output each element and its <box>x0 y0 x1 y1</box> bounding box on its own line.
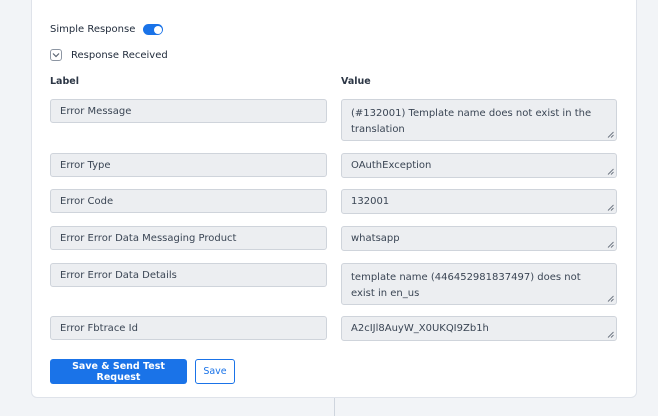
simple-response-row: Simple Response <box>50 24 164 35</box>
row-label-field[interactable]: Error Error Data Messaging Product <box>50 226 327 250</box>
row-label-field[interactable]: Error Message <box>50 99 327 123</box>
resize-grip-icon[interactable] <box>607 241 614 248</box>
response-received-label: Response Received <box>71 49 168 61</box>
label-column-header: Label <box>50 76 79 87</box>
row-value-text: whatsapp <box>351 232 400 244</box>
resize-grip-icon[interactable] <box>607 131 614 138</box>
save-button[interactable]: Save <box>195 359 235 384</box>
row-label-field[interactable]: Error Error Data Details <box>50 263 327 287</box>
chevron-down-icon[interactable] <box>50 49 62 61</box>
resize-grip-icon[interactable] <box>607 168 614 175</box>
value-column-header: Value <box>341 76 371 87</box>
row-value-field[interactable]: template name (446452981837497) does not… <box>341 263 617 305</box>
row-label-field[interactable]: Error Fbtrace Id <box>50 316 327 340</box>
response-received-header[interactable]: Response Received <box>50 49 168 61</box>
save-and-send-test-button[interactable]: Save & Send Test Request <box>50 359 187 384</box>
row-value-field[interactable]: A2cIJl8AuyW_X0UKQI9Zb1h <box>341 316 617 341</box>
row-value-text: (#132001) Template name does not exist i… <box>351 108 592 135</box>
row-value-text: template name (446452981837497) does not… <box>351 272 581 299</box>
row-value-field[interactable]: 132001 <box>341 189 617 214</box>
row-value-field[interactable]: whatsapp <box>341 226 617 251</box>
flow-connector-line <box>334 398 335 416</box>
row-label-field[interactable]: Error Type <box>50 153 327 177</box>
row-value-text: A2cIJl8AuyW_X0UKQI9Zb1h <box>351 322 489 334</box>
row-value-text: OAuthException <box>351 159 432 171</box>
resize-grip-icon[interactable] <box>607 204 614 211</box>
row-value-field[interactable]: OAuthException <box>341 153 617 178</box>
simple-response-toggle[interactable] <box>143 24 164 35</box>
simple-response-label: Simple Response <box>50 24 136 35</box>
resize-grip-icon[interactable] <box>607 331 614 338</box>
row-value-field[interactable]: (#132001) Template name does not exist i… <box>341 99 617 141</box>
resize-grip-icon[interactable] <box>607 295 614 302</box>
row-label-field[interactable]: Error Code <box>50 189 327 213</box>
row-value-text: 132001 <box>351 195 390 207</box>
